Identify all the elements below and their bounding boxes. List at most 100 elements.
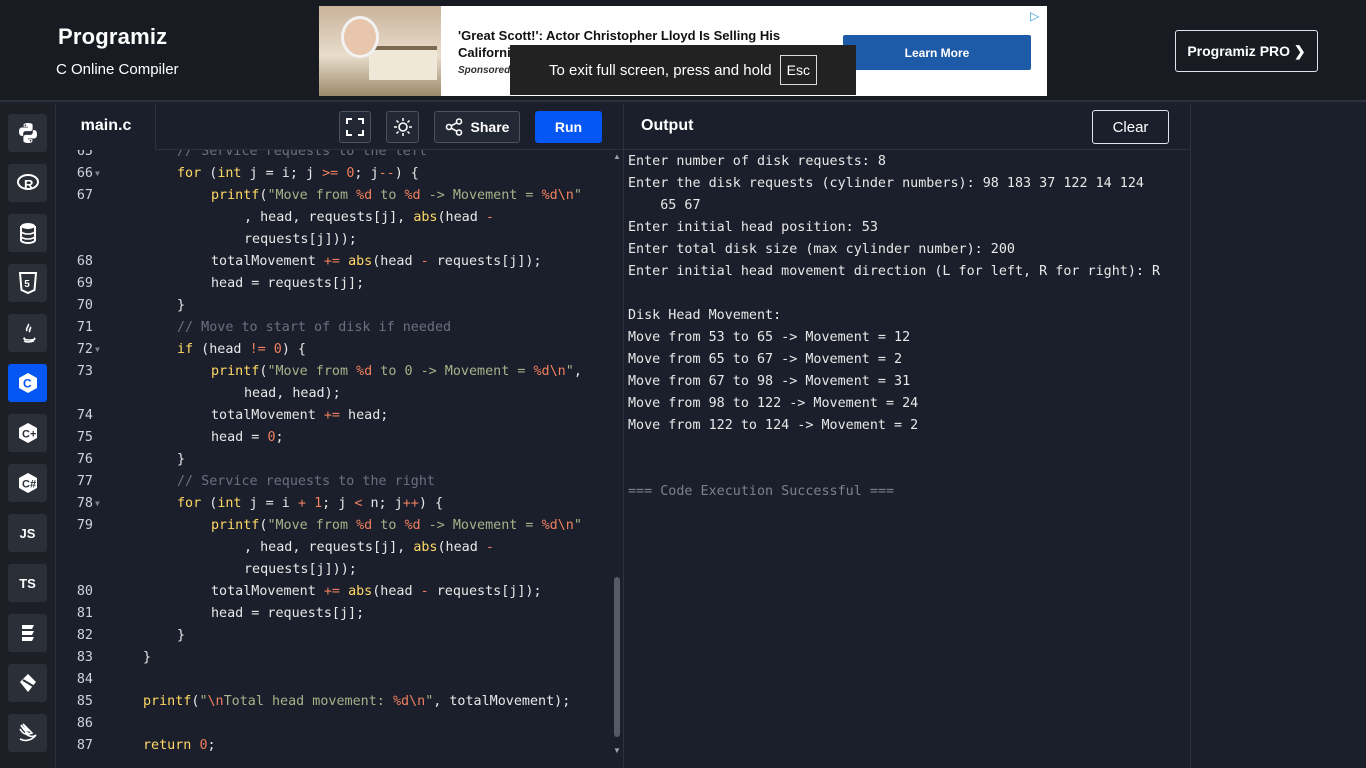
code-text: requests[j])); bbox=[244, 232, 357, 247]
code-line[interactable]: 78 ▼ for (int j = i + 1; j < n; j++) { bbox=[57, 493, 623, 515]
code-line[interactable]: 69 head = requests[j]; bbox=[57, 273, 623, 295]
javascript-icon[interactable]: JS bbox=[8, 514, 47, 552]
code-text: for (int j = i + 1; j < n; j++) { bbox=[177, 496, 444, 511]
share-button[interactable]: Share bbox=[434, 111, 520, 143]
line-number: 77 bbox=[76, 474, 93, 489]
output-line: Move from 122 to 124 -> Movement = 2 bbox=[628, 418, 919, 433]
csharp-icon[interactable]: C# bbox=[8, 464, 47, 502]
code-line[interactable]: 75 head = 0; bbox=[57, 427, 623, 449]
cpp-icon[interactable]: C+ bbox=[8, 414, 47, 452]
code-line[interactable]: 79 printf("Move from %d to %d -> Movement… bbox=[57, 515, 623, 537]
code-text: if (head != 0) { bbox=[177, 342, 306, 357]
page-subtitle: C Online Compiler bbox=[56, 61, 179, 78]
svg-text:R: R bbox=[24, 177, 34, 192]
go-icon[interactable] bbox=[8, 614, 47, 652]
code-line[interactable]: 68 totalMovement += abs(head - requests[j… bbox=[57, 251, 623, 273]
code-line[interactable]: 76} bbox=[57, 449, 623, 471]
code-line[interactable]: 71 // Move to start of disk if needed bbox=[57, 317, 623, 339]
code-line[interactable]: 87 return 0; bbox=[57, 735, 623, 757]
line-number: 75 bbox=[76, 430, 93, 445]
code-line[interactable]: 85 printf("\nTotal head movement: %d\n", … bbox=[57, 691, 623, 713]
line-number: 86 bbox=[76, 716, 93, 731]
code-text: , head, requests[j], abs(head - bbox=[244, 540, 494, 555]
code-text: head = requests[j]; bbox=[211, 276, 365, 291]
theme-toggle-button[interactable] bbox=[386, 111, 419, 143]
top-bar: Programiz C Online Compiler 'Great Scott… bbox=[0, 0, 1366, 102]
python-icon[interactable] bbox=[8, 114, 47, 152]
run-button[interactable]: Run bbox=[535, 111, 602, 143]
output-line: Enter initial head movement direction (L… bbox=[628, 264, 1161, 279]
file-tab-main-c[interactable]: main.c bbox=[57, 104, 155, 150]
code-line[interactable]: 66 ▼ for (int j = i; j >= 0; j--) { bbox=[57, 163, 623, 185]
fullscreen-icon bbox=[346, 118, 364, 136]
programiz-pro-button[interactable]: Programiz PRO ❯ bbox=[1175, 30, 1318, 72]
code-line[interactable]: 72 ▼ if (head != 0) { bbox=[57, 339, 623, 361]
code-line[interactable]: requests[j])); bbox=[57, 229, 623, 251]
code-line[interactable]: 81 head = requests[j]; bbox=[57, 603, 623, 625]
output-line: Move from 53 to 65 -> Movement = 12 bbox=[628, 330, 911, 345]
code-text: } bbox=[177, 628, 186, 643]
code-line[interactable]: 73 printf("Move from %d to 0 -> Movement … bbox=[57, 361, 623, 383]
fullscreen-exit-toast: To exit full screen, press and hold Esc bbox=[510, 45, 856, 95]
line-number: 79 bbox=[76, 518, 93, 533]
right-empty-panel bbox=[1190, 104, 1366, 768]
output-line: Enter initial head position: 53 bbox=[628, 220, 878, 235]
c-language-icon[interactable]: C bbox=[8, 364, 47, 402]
ad-learn-more-button[interactable]: Learn More bbox=[843, 35, 1031, 70]
swift-icon[interactable] bbox=[8, 714, 47, 752]
line-number: 65 bbox=[76, 150, 93, 159]
r-language-icon[interactable]: R bbox=[8, 164, 47, 202]
code-line[interactable]: 82} bbox=[57, 625, 623, 647]
svg-text:C: C bbox=[23, 377, 32, 391]
php-icon[interactable] bbox=[8, 664, 47, 702]
code-line[interactable]: 65 // Service requests to the left bbox=[57, 150, 623, 163]
code-line[interactable]: 86 bbox=[57, 713, 623, 735]
line-number: 85 bbox=[76, 694, 93, 709]
fold-chevron-icon[interactable]: ▼ bbox=[95, 339, 100, 361]
code-line[interactable]: head, head); bbox=[57, 383, 623, 405]
code-text: head = requests[j]; bbox=[211, 606, 365, 621]
code-text: head = 0; bbox=[211, 430, 284, 445]
line-number: 69 bbox=[76, 276, 93, 291]
svg-text:5: 5 bbox=[24, 279, 30, 290]
code-line[interactable]: 84 bbox=[57, 669, 623, 691]
code-editor[interactable]: 65// Service requests to the left 66 ▼ for … bbox=[57, 150, 623, 768]
code-line[interactable]: 67 printf("Move from %d to %d -> Movement… bbox=[57, 185, 623, 207]
output-console[interactable]: Enter number of disk requests: 8 Enter th… bbox=[623, 150, 1190, 768]
ad-choices-icon[interactable]: ▷ bbox=[1030, 9, 1044, 23]
line-number: 84 bbox=[76, 672, 93, 687]
fold-chevron-icon[interactable]: ▼ bbox=[95, 163, 100, 185]
java-icon[interactable] bbox=[8, 314, 47, 352]
clear-output-button[interactable]: Clear bbox=[1092, 110, 1169, 144]
code-text: totalMovement += abs(head - requests[j])… bbox=[211, 584, 542, 599]
typescript-icon[interactable]: TS bbox=[8, 564, 47, 602]
code-text: return 0; bbox=[143, 738, 216, 753]
code-line[interactable]: 80 totalMovement += abs(head - requests[j… bbox=[57, 581, 623, 603]
code-line[interactable]: 77 // Service requests to the right bbox=[57, 471, 623, 493]
programiz-logo[interactable]: Programiz bbox=[58, 24, 167, 50]
html5-icon[interactable]: 5 bbox=[8, 264, 47, 302]
code-line[interactable]: 83} bbox=[57, 647, 623, 669]
fullscreen-button[interactable] bbox=[339, 111, 371, 143]
code-text: for (int j = i; j >= 0; j--) { bbox=[177, 166, 419, 181]
code-line[interactable]: requests[j])); bbox=[57, 559, 623, 581]
line-number: 82 bbox=[76, 628, 93, 643]
fold-chevron-icon[interactable]: ▼ bbox=[95, 493, 100, 515]
execution-status-line: === Code Execution Successful === bbox=[628, 484, 895, 499]
code-line[interactable]: 70} bbox=[57, 295, 623, 317]
sql-database-icon[interactable] bbox=[8, 214, 47, 252]
code-line[interactable]: 74 totalMovement += head; bbox=[57, 405, 623, 427]
line-number: 83 bbox=[76, 650, 93, 665]
code-line[interactable]: , head, requests[j], abs(head - bbox=[57, 537, 623, 559]
code-line[interactable]: , head, requests[j], abs(head - bbox=[57, 207, 623, 229]
code-text: // Service requests to the right bbox=[177, 474, 435, 489]
output-line: 65 67 bbox=[628, 198, 701, 213]
scroll-down-arrow[interactable]: ▼ bbox=[612, 746, 622, 755]
output-title: Output bbox=[641, 117, 694, 134]
scroll-up-arrow[interactable]: ▲ bbox=[612, 152, 622, 161]
ad-image[interactable] bbox=[319, 6, 441, 96]
code-text: // Move to start of disk if needed bbox=[177, 320, 452, 335]
line-number: 66 bbox=[76, 166, 93, 181]
editor-scrollbar-thumb[interactable] bbox=[614, 577, 620, 737]
code-text: totalMovement += abs(head - requests[j])… bbox=[211, 254, 542, 269]
